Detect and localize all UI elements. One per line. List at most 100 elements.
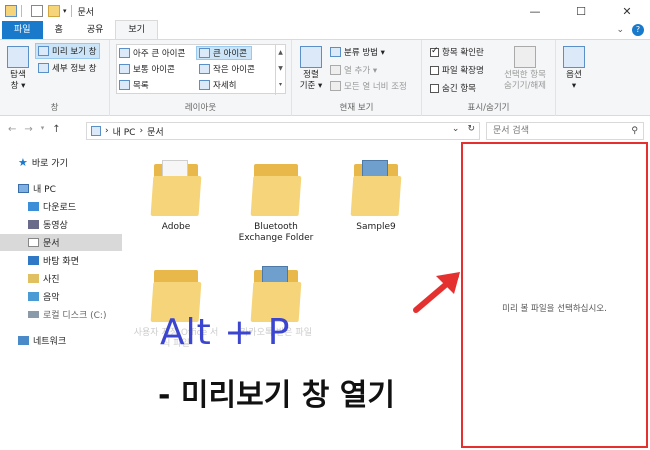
tab-home[interactable]: 홈 (43, 21, 75, 39)
music-icon (28, 292, 39, 301)
folder-icon (250, 160, 302, 216)
nav-item-local-disk[interactable]: 로컬 디스크 (C:) (28, 308, 106, 321)
checkbox-icon (430, 65, 439, 75)
sort-by-button[interactable]: 정렬 기준 ▾ (296, 46, 326, 92)
pictures-icon (28, 274, 39, 283)
close-button[interactable]: ✕ (604, 0, 650, 22)
breadcrumb-separator-icon[interactable]: › (105, 126, 109, 136)
search-input[interactable]: 문서 검색 ⚲ (486, 122, 644, 140)
preview-pane-label: 미리 보기 창 (52, 47, 97, 57)
nav-item-network[interactable]: 네트워크 (18, 334, 66, 347)
folder-icon (350, 160, 402, 216)
divider (70, 5, 72, 17)
sort-by-label: 정렬 (303, 70, 319, 80)
window-controls: — ☐ ✕ (512, 0, 650, 22)
help-icon[interactable]: ? (632, 24, 644, 36)
nav-item-documents[interactable]: 문서 (0, 234, 122, 251)
current-view-group-label: 현재 보기 (339, 103, 374, 113)
nav-item-this-pc[interactable]: 내 PC (18, 182, 56, 195)
file-extensions-toggle[interactable]: 파일 확장명 (430, 64, 484, 76)
group-by-button[interactable]: 분류 방법 ▾ (330, 46, 385, 58)
ribbon: 탐색 창 ▾ 미리 보기 창 세부 정보 창 창 레이아웃 아주 큰 아이콘 큰… (0, 40, 650, 116)
pane-group: 탐색 창 ▾ 미리 보기 창 세부 정보 창 창 (0, 40, 110, 116)
nav-item-desktop[interactable]: 바탕 화면 (28, 254, 79, 267)
navigation-pane-icon (7, 46, 29, 68)
forward-arrow-icon[interactable]: → (24, 124, 32, 135)
chevron-down-icon: ▾ (571, 81, 577, 91)
minimize-button[interactable]: — (512, 0, 558, 22)
recent-dropdown-icon[interactable]: ▾ (41, 124, 45, 135)
layout-list[interactable]: 목록 (119, 79, 149, 91)
ribbon-right-controls: ⌄ ? (616, 24, 644, 36)
nav-item-label: 다운로드 (43, 203, 77, 213)
new-folder-icon[interactable] (48, 5, 60, 17)
nav-item-music[interactable]: 음악 (28, 290, 60, 303)
layout-xl-icons[interactable]: 아주 큰 아이콘 (119, 47, 185, 59)
medium-icons-icon (119, 64, 130, 74)
list-item[interactable]: Bluetooth Exchange Folder (232, 160, 320, 244)
current-view-group: 정렬 기준 ▾ 분류 방법 ▾ 열 추가 ▾ 모든 열 너비 조정 현재 보기 (292, 40, 422, 116)
add-columns-button[interactable]: 열 추가 ▾ (330, 64, 377, 76)
breadcrumb-separator-icon[interactable]: › (139, 126, 143, 136)
refresh-icon[interactable]: ↻ (467, 124, 475, 134)
navigation-pane-label: 탐색 (10, 70, 26, 80)
layout-gallery-scroll[interactable]: ▲ ▼ ▾ (275, 45, 285, 95)
nav-item-videos[interactable]: 동영상 (28, 218, 68, 231)
chevron-down-icon[interactable]: ⌄ (616, 25, 624, 35)
annotation-caption: - 미리보기 창 열기 (158, 378, 395, 413)
fit-columns-icon (330, 81, 341, 91)
tab-file[interactable]: 파일 (2, 21, 43, 39)
window-title: 문서 (77, 7, 95, 18)
list-item[interactable]: Adobe (132, 160, 220, 233)
show-hide-group: 항목 확인란 파일 확장명 숨긴 항목 선택한 항목 숨기기/해제 표시/숨기기 (422, 40, 556, 116)
navigation-pane-button[interactable]: 탐색 창 ▾ (4, 46, 32, 92)
tab-view[interactable]: 보기 (115, 20, 158, 39)
navigation-pane-label-2: 창 ▾ (10, 81, 26, 91)
annotation-shortcut: Alt + P (160, 312, 291, 353)
hidden-items-toggle[interactable]: 숨긴 항목 (430, 82, 476, 94)
fit-columns-button[interactable]: 모든 열 너비 조정 (330, 80, 407, 92)
up-arrow-icon[interactable]: ↑ (52, 124, 60, 135)
checkbox-icon (430, 83, 439, 93)
file-name: Adobe (161, 222, 191, 232)
hide-selected-button[interactable]: 선택한 항목 숨기기/해제 (496, 46, 554, 92)
breadcrumb-leaf[interactable]: 문서 (147, 125, 164, 138)
layout-s-icons[interactable]: 작은 아이콘 (199, 63, 255, 75)
file-name: Sample9 (356, 222, 396, 232)
item-checkboxes-label: 항목 확인란 (442, 48, 484, 58)
address-bar[interactable]: › 내 PC › 문서 ⌄ ↻ (86, 122, 480, 140)
nav-item-label: 내 PC (33, 185, 56, 195)
desktop-icon (28, 256, 39, 265)
nav-item-quick-access[interactable]: ★ 바로 가기 (18, 156, 68, 169)
maximize-button[interactable]: ☐ (558, 0, 604, 22)
list-item[interactable]: Sample9 (332, 160, 420, 233)
layout-l-icons[interactable]: 큰 아이콘 (196, 46, 252, 60)
fit-columns-label: 모든 열 너비 조정 (344, 82, 407, 92)
folder-icon (5, 5, 17, 17)
search-icon[interactable]: ⚲ (631, 123, 638, 139)
layout-m-icons[interactable]: 보통 아이콘 (119, 63, 175, 75)
nav-item-label: 바탕 화면 (43, 257, 79, 267)
back-arrow-icon[interactable]: ← (8, 124, 16, 135)
hide-selected-icon (514, 46, 536, 68)
navigation-pane: ★ 바로 가기 내 PC 다운로드 동영상 문서 바탕 화면 사진 음악 로컬 … (0, 146, 122, 450)
options-icon (563, 46, 585, 68)
tab-share[interactable]: 공유 (75, 21, 116, 39)
properties-icon[interactable] (31, 5, 43, 17)
quick-access-dropdown-icon[interactable]: ▾ (63, 7, 67, 15)
star-icon: ★ (18, 156, 28, 169)
layout-details[interactable]: 자세히 (199, 79, 236, 91)
ribbon-tabs: 파일 홈 공유 보기 ⌄ ? (0, 20, 650, 40)
item-checkboxes-toggle[interactable]: 항목 확인란 (430, 46, 484, 58)
video-icon (28, 220, 39, 229)
chevron-down-icon[interactable]: ⌄ (452, 124, 460, 134)
folder-icon (150, 160, 202, 216)
nav-item-downloads[interactable]: 다운로드 (28, 200, 76, 213)
details-pane-button[interactable]: 세부 정보 창 (38, 62, 97, 74)
preview-pane-button[interactable]: 미리 보기 창 (35, 43, 100, 59)
layout-m-icons-label: 보통 아이콘 (133, 65, 175, 75)
breadcrumb-root[interactable]: 내 PC (113, 125, 136, 138)
nav-item-pictures[interactable]: 사진 (28, 272, 60, 285)
computer-icon (18, 184, 29, 193)
options-button[interactable]: 옵션 ▾ (558, 46, 590, 92)
